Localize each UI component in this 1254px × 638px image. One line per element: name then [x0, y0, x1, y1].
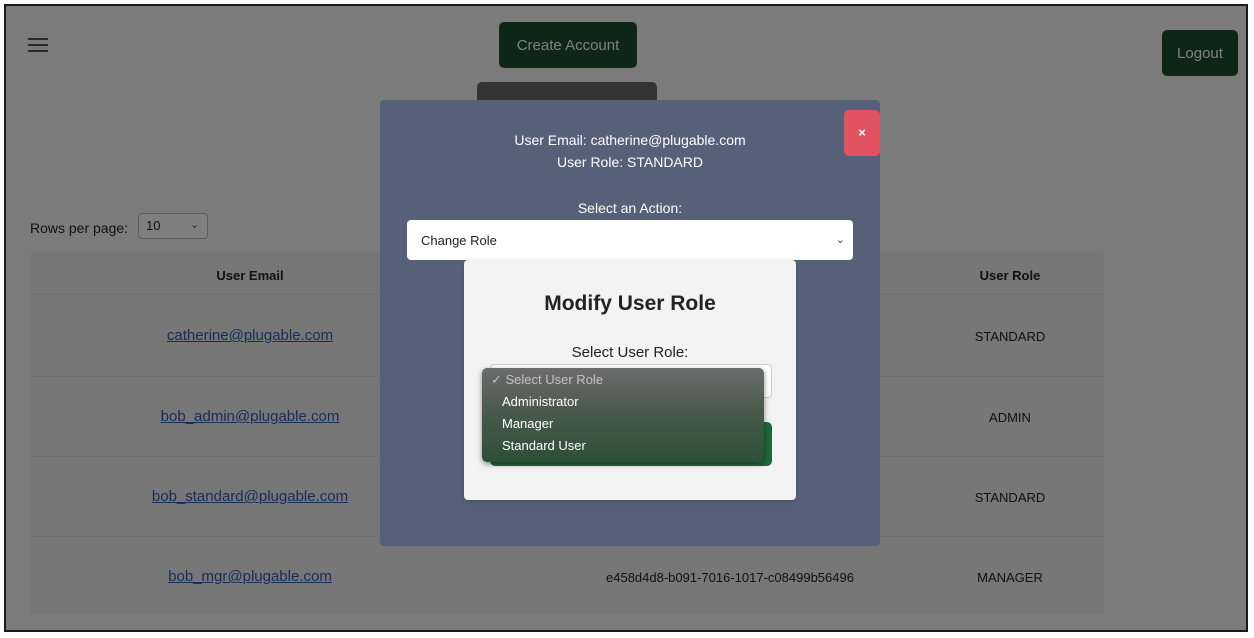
close-button[interactable]: ×: [844, 110, 880, 156]
chevron-down-icon: ⌄: [835, 234, 845, 246]
select-action-label: Select an Action:: [577, 200, 683, 216]
app-frame: Create Account Logout Rows per page: 10 …: [4, 4, 1248, 632]
role-dropdown-menu: ✓ Select User Role Administrator Manager…: [482, 368, 764, 462]
modal-user-email: User Email: catherine@plugable.com: [514, 132, 746, 148]
modal-title: Modify User Role: [544, 292, 716, 315]
close-icon: ×: [858, 125, 866, 140]
dropdown-option-manager[interactable]: Manager: [482, 416, 764, 438]
select-role-label: Select User Role:: [571, 344, 689, 361]
dropdown-option-administrator[interactable]: Administrator: [482, 394, 764, 416]
dropdown-option-placeholder[interactable]: ✓ Select User Role: [482, 372, 764, 394]
modify-role-modal: Modify User Role Select User Role: ✓ Sel…: [464, 260, 796, 500]
action-select-value: Change Role: [421, 233, 497, 248]
dropdown-option-standard-user[interactable]: Standard User: [482, 438, 764, 460]
action-select[interactable]: Change Role ⌄: [407, 220, 853, 260]
modal-user-role: User Role: STANDARD: [557, 154, 703, 170]
user-action-modal: User Email: catherine@plugable.com User …: [380, 100, 880, 546]
